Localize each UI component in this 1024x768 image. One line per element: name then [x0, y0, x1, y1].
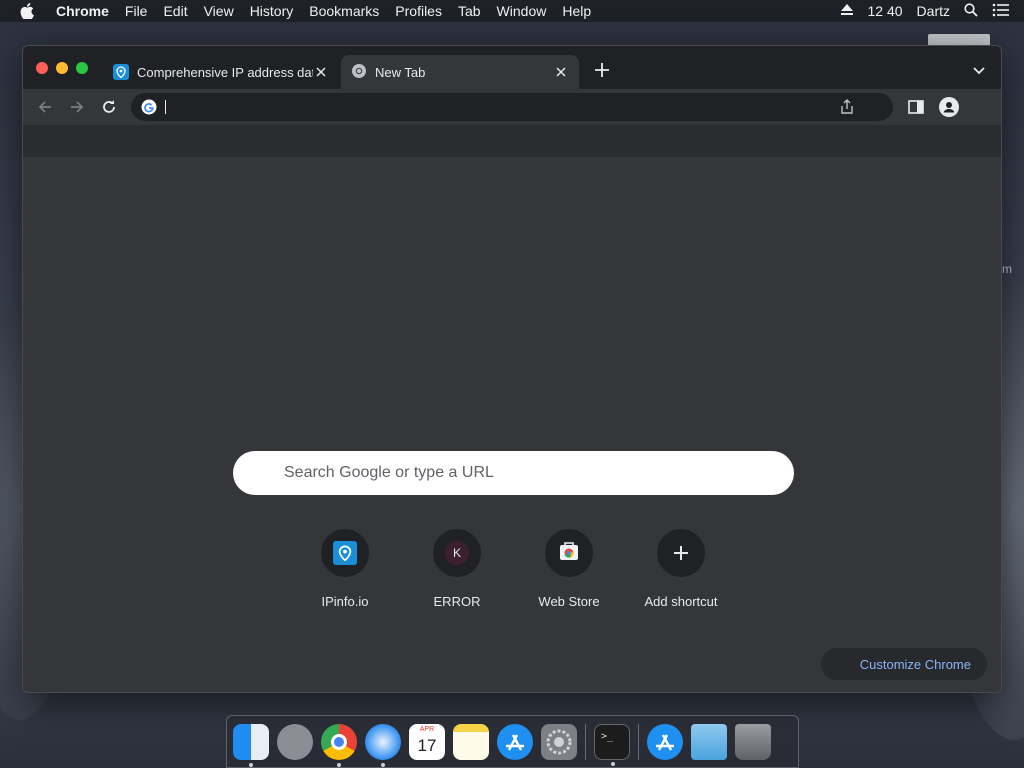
eject-icon[interactable]	[840, 3, 854, 19]
menu-help[interactable]: Help	[554, 3, 599, 19]
menu-edit[interactable]: Edit	[155, 3, 195, 19]
running-indicator	[337, 762, 341, 767]
side-panel-button[interactable]	[907, 98, 925, 116]
applications-folder-icon[interactable]	[647, 723, 683, 760]
spotlight-search-icon[interactable]	[964, 2, 978, 20]
tab-strip: Comprehensive IP address data New Tab	[23, 46, 1001, 89]
menu-bar: Chrome File Edit View History Bookmarks …	[0, 0, 1024, 22]
arrow-right-icon	[71, 101, 84, 113]
system-preferences-icon[interactable]	[541, 723, 577, 760]
google-g-icon	[141, 99, 157, 115]
finder-icon[interactable]	[233, 723, 269, 767]
tab-search-button[interactable]	[971, 62, 987, 78]
menu-profiles[interactable]: Profiles	[387, 3, 450, 19]
person-icon	[943, 102, 955, 113]
dock: APR 17 >_	[226, 715, 799, 768]
notes-icon[interactable]	[453, 723, 489, 760]
shortcut-tile	[657, 529, 705, 577]
trash-icon[interactable]	[735, 723, 771, 760]
calendar-month: APR	[419, 725, 435, 733]
menubar-clock[interactable]: 12 40	[868, 3, 903, 19]
letter-k-icon: K	[445, 541, 469, 565]
shortcut-label: Add shortcut	[644, 594, 718, 609]
dock-separator	[638, 723, 639, 760]
shortcut-tile	[321, 529, 369, 577]
chrome-icon[interactable]	[321, 723, 357, 767]
menubar-user[interactable]: Dartz	[917, 3, 950, 19]
profile-button[interactable]	[939, 97, 959, 117]
tab-title: Comprehensive IP address data	[137, 64, 313, 80]
menu-window[interactable]: Window	[489, 3, 555, 19]
plus-icon	[674, 541, 688, 565]
text-cursor	[165, 100, 166, 114]
close-tab-icon[interactable]	[553, 64, 569, 80]
customize-chrome-label: Customize Chrome	[859, 656, 971, 672]
menu-bookmarks[interactable]: Bookmarks	[301, 3, 387, 19]
shortcut-add[interactable]: Add shortcut	[625, 529, 737, 609]
notification-center-icon[interactable]	[992, 3, 1010, 20]
menu-tab[interactable]: Tab	[450, 3, 489, 19]
side-panel-icon	[908, 100, 924, 114]
running-indicator	[249, 762, 253, 767]
new-tab-button[interactable]	[591, 60, 613, 82]
shortcut-ipinfo[interactable]: IPinfo.io	[289, 529, 401, 609]
shortcut-label: ERROR	[433, 594, 481, 609]
chrome-icon	[351, 63, 367, 82]
menu-view[interactable]: View	[196, 3, 242, 19]
shortcut-label: Web Store	[538, 594, 600, 609]
shortcut-tile: K	[433, 529, 481, 577]
shortcut-tile	[545, 529, 593, 577]
app-store-icon[interactable]	[497, 723, 533, 760]
menu-file[interactable]: File	[117, 3, 156, 19]
close-window-button[interactable]	[36, 62, 48, 74]
dock-separator	[585, 723, 586, 760]
running-indicator	[611, 761, 615, 766]
web-store-icon	[558, 540, 580, 567]
tab-new-tab[interactable]: New Tab	[341, 55, 579, 89]
reload-icon	[103, 100, 115, 113]
close-tab-icon[interactable]	[313, 64, 329, 80]
ntp-search-box[interactable]: Search Google or type a URL	[233, 451, 794, 495]
menu-history[interactable]: History	[242, 3, 302, 19]
downloads-folder-icon[interactable]	[691, 723, 727, 760]
arrow-left-icon	[38, 101, 51, 113]
menu-app-name[interactable]: Chrome	[48, 3, 117, 19]
running-indicator	[381, 762, 385, 767]
new-tab-page: Search Google or type a URL IPinfo.io K …	[23, 157, 1001, 692]
desktop-icon-label: m	[1002, 262, 1012, 276]
ipinfo-icon	[113, 64, 129, 80]
customize-chrome-button[interactable]: Customize Chrome	[821, 648, 987, 680]
apple-menu-icon[interactable]	[20, 3, 36, 19]
safari-icon[interactable]	[365, 723, 401, 767]
calendar-icon[interactable]: APR 17	[409, 723, 445, 760]
shortcut-label: IPinfo.io	[321, 594, 369, 609]
shortcut-web-store[interactable]: Web Store	[513, 529, 625, 609]
plus-icon	[595, 63, 609, 77]
minimize-window-button[interactable]	[56, 62, 68, 74]
bookmarks-bar	[23, 125, 1001, 157]
launchpad-icon[interactable]	[277, 723, 313, 760]
terminal-icon[interactable]: >_	[594, 723, 630, 766]
reload-button[interactable]	[99, 97, 119, 117]
back-button[interactable]	[35, 97, 55, 117]
chrome-window: Comprehensive IP address data New Tab Se…	[22, 45, 1002, 693]
chevron-down-icon	[973, 67, 985, 75]
fullscreen-window-button[interactable]	[76, 62, 88, 74]
tab-title: New Tab	[375, 64, 426, 80]
search-placeholder: Search Google or type a URL	[284, 464, 494, 481]
share-icon[interactable]	[839, 99, 855, 115]
address-bar[interactable]	[131, 93, 893, 121]
ipinfo-icon	[333, 541, 357, 565]
tab-ipinfo[interactable]: Comprehensive IP address data	[103, 55, 339, 89]
calendar-day: 17	[417, 735, 437, 755]
forward-button[interactable]	[67, 97, 87, 117]
toolbar	[23, 89, 1001, 125]
shortcut-error[interactable]: K ERROR	[401, 529, 513, 609]
